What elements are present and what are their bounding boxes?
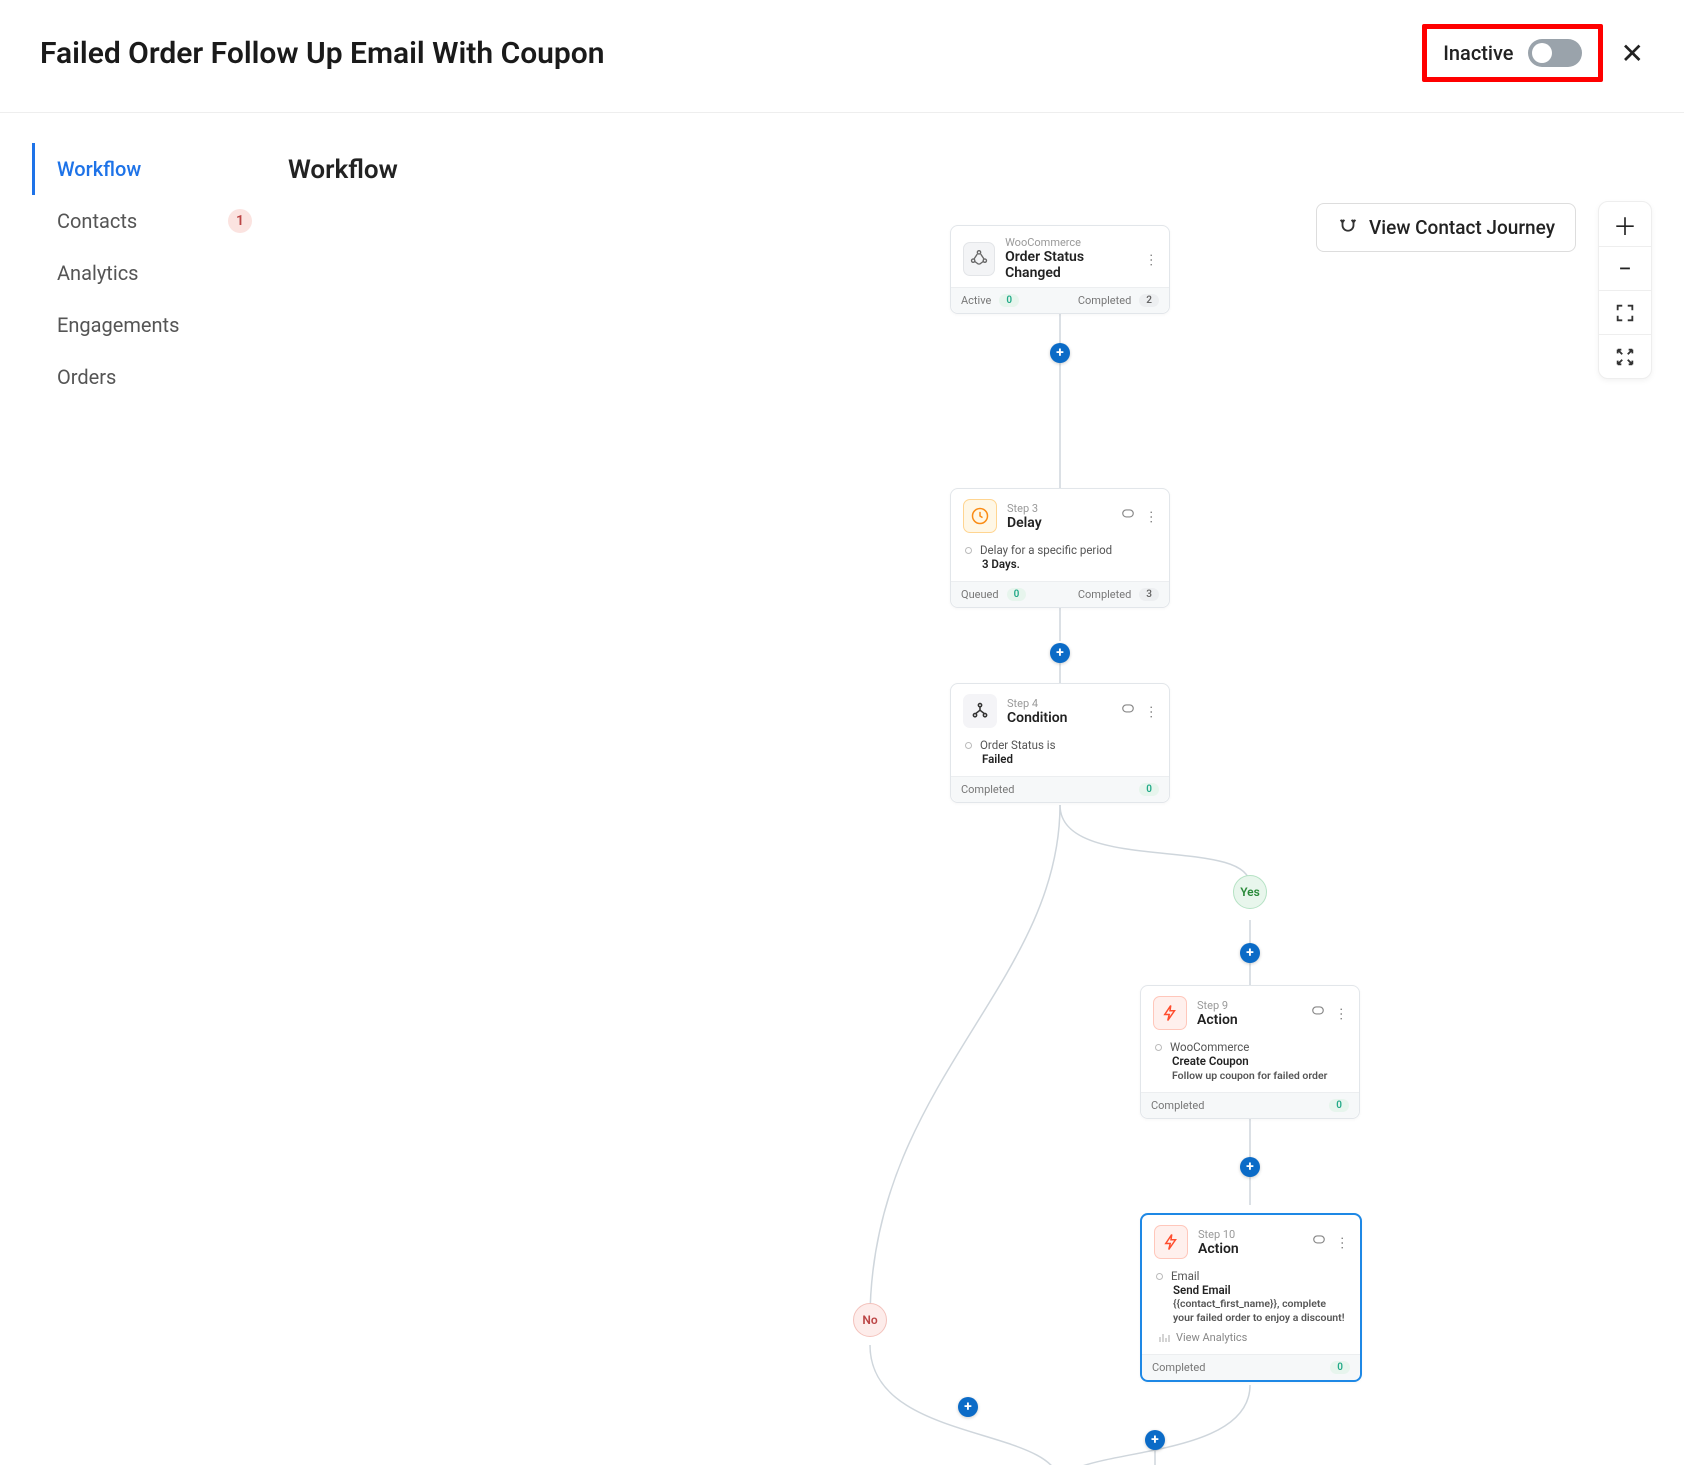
sidebar-item-label: Orders: [57, 365, 116, 389]
node-step-label: WooCommerce: [1005, 236, 1135, 249]
sidebar-item-orders[interactable]: Orders: [32, 351, 270, 403]
activation-toggle[interactable]: [1528, 39, 1582, 67]
more-icon[interactable]: ⋯: [1333, 1007, 1349, 1019]
foot-completed-label: Completed: [1078, 588, 1131, 601]
condition-desc: Order Status is: [980, 738, 1056, 752]
node-action-create-coupon[interactable]: Step 9 Action ⋯ WooCommerce Create Coupo…: [1140, 985, 1360, 1119]
view-analytics-link[interactable]: View Analytics: [1156, 1325, 1348, 1344]
foot-completed-value: 0: [1330, 1361, 1350, 1374]
foot-queued-value: 0: [1007, 588, 1027, 601]
node-title: Action: [1198, 1241, 1239, 1257]
delay-desc: Delay for a specific period: [980, 543, 1112, 557]
comment-icon[interactable]: [1121, 507, 1135, 525]
node-action-send-email[interactable]: Step 10 Action ⋯ Email Send Email {{cont…: [1140, 1213, 1362, 1382]
condition-value: Failed: [982, 752, 1013, 766]
foot-active-label: Active: [961, 294, 991, 307]
comment-icon[interactable]: [1121, 702, 1135, 720]
workflow-canvas[interactable]: WooCommerce Order Status Changed ⋯ Activ…: [270, 185, 1684, 1465]
sidebar-item-engagements[interactable]: Engagements: [32, 299, 270, 351]
sidebar-item-contacts[interactable]: Contacts 1: [32, 195, 270, 247]
action-name: Create Coupon: [1172, 1054, 1249, 1068]
add-step-button[interactable]: +: [1050, 643, 1070, 663]
add-step-button[interactable]: +: [1240, 1157, 1260, 1177]
node-step-label: Step 9: [1197, 999, 1238, 1012]
bolt-icon: [1154, 1225, 1188, 1259]
more-icon[interactable]: ⋯: [1143, 510, 1159, 522]
action-desc: Follow up coupon for failed order: [1172, 1069, 1327, 1082]
foot-completed-value: 2: [1139, 294, 1159, 307]
more-icon[interactable]: ⋯: [1334, 1236, 1350, 1248]
branch-yes-label: Yes: [1233, 875, 1267, 909]
add-step-button[interactable]: +: [1050, 343, 1070, 363]
foot-completed-label: Completed: [961, 783, 1014, 796]
node-title: Order Status Changed: [1005, 249, 1135, 281]
action-name: Send Email: [1173, 1283, 1231, 1297]
clock-icon: [963, 499, 997, 533]
comment-icon[interactable]: [1311, 1004, 1325, 1022]
add-step-button[interactable]: +: [1145, 1430, 1165, 1450]
branch-no-label: No: [853, 1303, 887, 1337]
action-desc: {{contact_first_name}}, complete your fa…: [1173, 1297, 1348, 1325]
sidebar-item-label: Contacts: [57, 209, 137, 233]
sidebar-item-label: Workflow: [57, 157, 141, 181]
comment-icon[interactable]: [1312, 1233, 1326, 1251]
node-trigger[interactable]: WooCommerce Order Status Changed ⋯ Activ…: [950, 225, 1170, 314]
activation-status-highlight: Inactive: [1422, 24, 1602, 82]
node-step-label: Step 4: [1007, 697, 1068, 710]
add-step-button[interactable]: +: [958, 1397, 978, 1417]
sidebar-item-analytics[interactable]: Analytics: [32, 247, 270, 299]
action-provider: Email: [1171, 1269, 1199, 1283]
sidebar-item-workflow[interactable]: Workflow: [32, 143, 270, 195]
close-icon[interactable]: ✕: [1621, 37, 1644, 70]
page-title: Failed Order Follow Up Email With Coupon: [40, 36, 605, 71]
sidebar: Workflow Contacts 1 Analytics Engagement…: [0, 143, 270, 1465]
more-icon[interactable]: ⋯: [1143, 705, 1159, 717]
bolt-icon: [1153, 996, 1187, 1030]
add-step-button[interactable]: +: [1240, 943, 1260, 963]
more-icon[interactable]: ⋯: [1143, 253, 1159, 265]
node-title: Delay: [1007, 515, 1042, 531]
contacts-badge: 1: [228, 209, 252, 233]
section-title: Workflow: [270, 143, 1684, 185]
node-step-label: Step 3: [1007, 502, 1042, 515]
node-delay[interactable]: Step 3 Delay ⋯ Delay for a specific peri…: [950, 488, 1170, 608]
delay-value: 3 Days.: [982, 557, 1020, 571]
foot-completed-label: Completed: [1152, 1361, 1205, 1374]
node-title: Condition: [1007, 710, 1068, 726]
foot-active-value: 0: [999, 294, 1019, 307]
node-condition[interactable]: Step 4 Condition ⋯ Order Status is Faile…: [950, 683, 1170, 803]
sidebar-item-label: Analytics: [57, 261, 139, 285]
action-provider: WooCommerce: [1170, 1040, 1249, 1054]
foot-completed-value: 0: [1329, 1099, 1349, 1112]
foot-queued-label: Queued: [961, 588, 999, 601]
foot-completed-value: 0: [1139, 783, 1159, 796]
node-step-label: Step 10: [1198, 1228, 1239, 1241]
activation-status-label: Inactive: [1443, 41, 1513, 65]
woocommerce-icon: [963, 242, 995, 276]
node-title: Action: [1197, 1012, 1238, 1028]
sidebar-item-label: Engagements: [57, 313, 179, 337]
condition-icon: [963, 694, 997, 728]
foot-completed-label: Completed: [1078, 294, 1131, 307]
foot-completed-value: 3: [1139, 588, 1159, 601]
foot-completed-label: Completed: [1151, 1099, 1204, 1112]
